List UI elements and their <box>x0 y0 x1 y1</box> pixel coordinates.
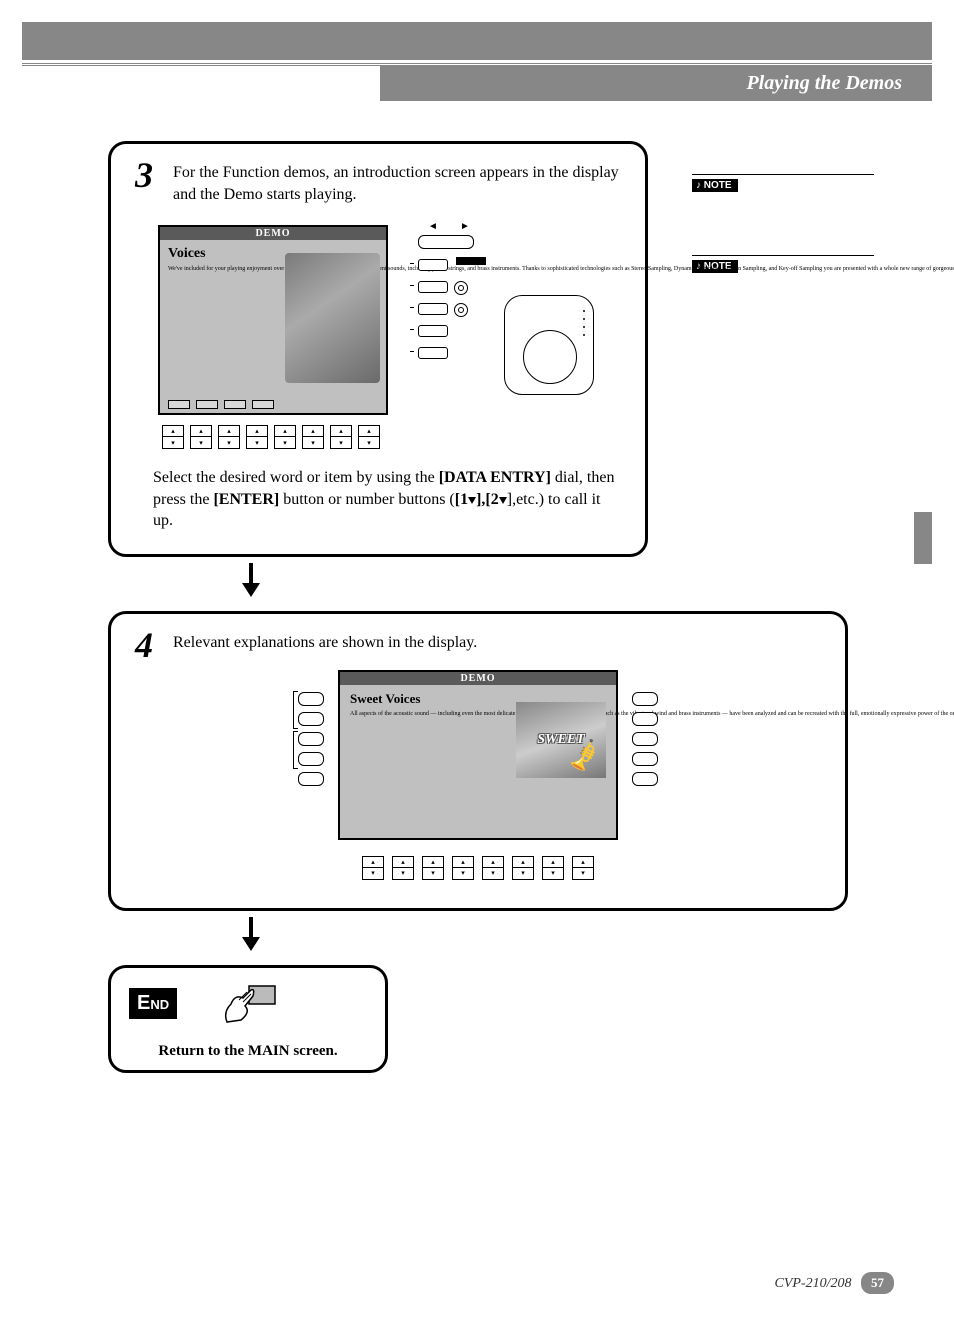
footer: CVP-210/208 57 <box>775 1272 895 1294</box>
tick <box>410 329 414 330</box>
target-icon <box>454 303 468 317</box>
num-button: ▴▾ <box>362 856 384 880</box>
num-button: ▴▾ <box>512 856 534 880</box>
target-icon <box>454 281 468 295</box>
slider-icon <box>456 257 486 265</box>
note-text-1 <box>692 195 874 247</box>
sweet-graphic: SWEET 🎺 <box>516 702 606 778</box>
side-button <box>632 752 658 766</box>
lcd-tabs <box>168 400 274 409</box>
data-entry-panel <box>504 295 594 395</box>
step-3-number: 3 <box>135 154 153 196</box>
step-4-box: 4 Relevant explanations are shown in the… <box>108 611 848 911</box>
side-button <box>298 752 324 766</box>
num-button: ▴▾ <box>190 425 212 449</box>
lcd-title-4: DEMO <box>340 672 616 685</box>
lcd-tab <box>224 400 246 409</box>
lcd-description-4: All aspects of the acoustic sound — incl… <box>350 711 500 718</box>
step-4-number: 4 <box>135 624 153 666</box>
num-button: ▴▾ <box>246 425 268 449</box>
num-button: ▴▾ <box>452 856 474 880</box>
page-number: 57 <box>861 1272 894 1294</box>
side-button <box>632 692 658 706</box>
thumb-tab <box>914 512 932 564</box>
top-bar <box>22 22 932 58</box>
lcd-description: We've included for your playing enjoymen… <box>168 266 278 273</box>
num-button: ▴▾ <box>274 425 296 449</box>
tick <box>410 263 414 264</box>
left-arrow-icon: ◄ <box>428 221 438 232</box>
panel-button <box>418 303 448 315</box>
side-button <box>298 772 324 786</box>
panel-button <box>418 347 448 359</box>
step-3-box: 3 For the Function demos, an introductio… <box>108 141 648 557</box>
note-sidebar: ♪ NOTE ♪ NOTE <box>692 174 874 406</box>
flow-arrow-icon <box>240 563 954 605</box>
panel-button <box>418 235 474 249</box>
side-button <box>632 772 658 786</box>
dots <box>583 310 585 336</box>
lcd-tab <box>168 400 190 409</box>
side-button <box>632 712 658 726</box>
lcd-panel-3: DEMO Voices We've included for your play… <box>158 225 388 415</box>
num-button: ▴▾ <box>572 856 594 880</box>
num-button: ▴▾ <box>482 856 504 880</box>
lcd-tab <box>196 400 218 409</box>
step-4-illustration: DEMO Sweet Voices All aspects of the aco… <box>263 670 693 880</box>
num-button: ▴▾ <box>330 425 352 449</box>
note-label-1: ♪ NOTE <box>692 179 738 192</box>
panel-controls: ◄ ► <box>398 225 578 415</box>
tick <box>410 285 414 286</box>
lcd-graphic <box>285 253 380 383</box>
end-box: END Return to the MAIN screen. <box>108 965 388 1073</box>
left-side-buttons <box>298 692 324 786</box>
num-button: ▴▾ <box>302 425 324 449</box>
tick <box>410 307 414 308</box>
tick <box>410 351 414 352</box>
step-3-illustration: DEMO Voices We've included for your play… <box>158 225 598 449</box>
step-3-text: For the Function demos, an introduction … <box>173 162 623 205</box>
section-title: Playing the Demos <box>380 66 932 101</box>
panel-button <box>418 325 448 337</box>
flow-arrow-icon <box>240 917 954 959</box>
lcd-tab <box>252 400 274 409</box>
data-entry-dial <box>523 330 577 384</box>
panel-button <box>418 259 448 271</box>
number-button-row: ▴▾ ▴▾ ▴▾ ▴▾ ▴▾ ▴▾ ▴▾ ▴▾ <box>162 425 598 449</box>
note-text-2 <box>692 276 874 406</box>
down-triangle-icon <box>499 497 507 504</box>
step-4-text: Relevant explanations are shown in the d… <box>173 632 823 654</box>
num-button: ▴▾ <box>358 425 380 449</box>
number-button-row-4: ▴▾ ▴▾ ▴▾ ▴▾ ▴▾ ▴▾ ▴▾ ▴▾ <box>263 856 693 880</box>
right-arrow-icon: ► <box>460 221 470 232</box>
side-button <box>298 692 324 706</box>
num-button: ▴▾ <box>422 856 444 880</box>
end-text: Return to the MAIN screen. <box>129 1043 367 1060</box>
right-side-buttons <box>632 692 658 786</box>
panel-button <box>418 281 448 293</box>
num-button: ▴▾ <box>392 856 414 880</box>
side-button <box>298 712 324 726</box>
num-button: ▴▾ <box>542 856 564 880</box>
header-rules <box>22 58 932 66</box>
num-button: ▴▾ <box>162 425 184 449</box>
lcd-panel-4: DEMO Sweet Voices All aspects of the aco… <box>338 670 618 840</box>
down-triangle-icon <box>468 497 476 504</box>
hand-press-icon <box>217 982 277 1029</box>
lcd-title: DEMO <box>160 227 386 240</box>
model-label: CVP-210/208 <box>775 1276 852 1291</box>
num-button: ▴▾ <box>218 425 240 449</box>
step-3-instruction: Select the desired word or item by using… <box>153 467 623 532</box>
end-badge: END <box>129 988 177 1019</box>
side-button <box>298 732 324 746</box>
side-button <box>632 732 658 746</box>
